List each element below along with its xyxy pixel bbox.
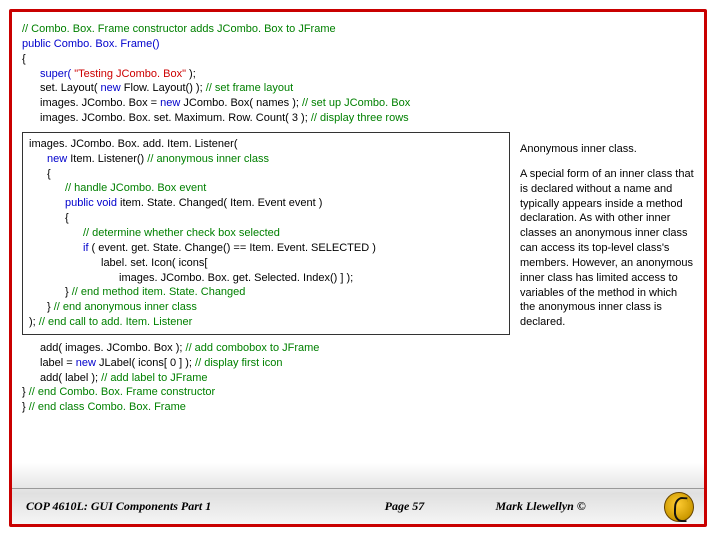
- slide-footer: COP 4610L: GUI Components Part 1 Page 57…: [12, 488, 704, 524]
- code-line: // determine whether check box selected: [29, 226, 503, 241]
- code-line: add( images. JCombo. Box ); // add combo…: [22, 341, 510, 356]
- code-line: } // end method item. State. Changed: [29, 285, 503, 300]
- annotation-body: A special form of an inner class that is…: [520, 167, 694, 330]
- slide-frame: // Combo. Box. Frame constructor adds JC…: [9, 9, 707, 527]
- slide-outer: // Combo. Box. Frame constructor adds JC…: [0, 0, 720, 540]
- code-block-middle-boxed: images. JCombo. Box. add. Item. Listener…: [22, 132, 510, 335]
- code-line: images. JCombo. Box. set. Maximum. Row. …: [22, 111, 510, 126]
- code-line: ); // end call to add. Item. Listener: [29, 315, 503, 330]
- code-block-bottom: add( images. JCombo. Box ); // add combo…: [22, 341, 510, 415]
- annotation-title: Anonymous inner class.: [520, 142, 694, 157]
- code-line: images. JCombo. Box. get. Selected. Inde…: [29, 271, 503, 286]
- code-line: images. JCombo. Box = new JCombo. Box( n…: [22, 96, 510, 111]
- code-line: if ( event. get. State. Change() == Item…: [29, 241, 503, 256]
- code-line: } // end anonymous inner class: [29, 300, 503, 315]
- code-line: set. Layout( new Flow. Layout() ); // se…: [22, 81, 510, 96]
- code-line: label = new JLabel( icons[ 0 ] ); // dis…: [22, 356, 510, 371]
- footer-page: Page 57: [331, 499, 477, 514]
- code-line: {: [22, 52, 510, 67]
- code-line: {: [29, 211, 503, 226]
- code-block-top: // Combo. Box. Frame constructor adds JC…: [22, 22, 510, 126]
- code-line: images. JCombo. Box. add. Item. Listener…: [29, 137, 503, 152]
- code-line: } // end Combo. Box. Frame constructor: [22, 385, 510, 400]
- code-line: public Combo. Box. Frame(): [22, 37, 510, 52]
- annotation-column: Anonymous inner class. A special form of…: [520, 22, 698, 482]
- slide-content: // Combo. Box. Frame constructor adds JC…: [12, 12, 704, 488]
- code-line: new Item. Listener() // anonymous inner …: [29, 152, 503, 167]
- code-line: add( label ); // add label to JFrame: [22, 371, 510, 386]
- code-line: public void item. State. Changed( Item. …: [29, 196, 503, 211]
- footer-course: COP 4610L: GUI Components Part 1: [26, 499, 331, 514]
- code-line: // handle JCombo. Box event: [29, 181, 503, 196]
- ucf-logo-icon: [664, 492, 694, 522]
- code-column: // Combo. Box. Frame constructor adds JC…: [22, 22, 510, 482]
- code-line: // Combo. Box. Frame constructor adds JC…: [22, 22, 510, 37]
- footer-author: Mark Llewellyn ©: [478, 499, 690, 514]
- code-line: {: [29, 167, 503, 182]
- code-line: super( "Testing JCombo. Box" );: [22, 67, 510, 82]
- code-line: } // end class Combo. Box. Frame: [22, 400, 510, 415]
- code-line: label. set. Icon( icons[: [29, 256, 503, 271]
